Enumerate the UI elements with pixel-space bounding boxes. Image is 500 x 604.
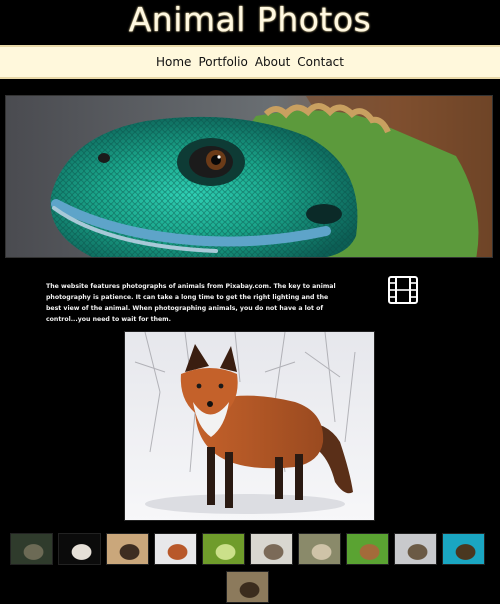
nav-home[interactable]: Home xyxy=(156,55,191,69)
thumb-hamster[interactable] xyxy=(298,533,341,565)
thumb-otter[interactable] xyxy=(226,571,269,603)
film-icon xyxy=(388,276,418,304)
nav-portfolio[interactable]: Portfolio xyxy=(198,55,247,69)
thumb-deer[interactable] xyxy=(10,533,53,565)
thumb-hedgehog[interactable] xyxy=(250,533,293,565)
thumb-ram[interactable] xyxy=(394,533,437,565)
hero-image xyxy=(5,95,493,258)
thumb-eagle[interactable] xyxy=(58,533,101,565)
thumb-chameleon[interactable] xyxy=(202,533,245,565)
nav-about[interactable]: About xyxy=(255,55,290,69)
thumb-turtle[interactable] xyxy=(442,533,485,565)
fox-image xyxy=(125,332,374,520)
thumb-fox[interactable] xyxy=(154,533,197,565)
thumb-bison[interactable] xyxy=(106,533,149,565)
feature-image xyxy=(124,331,375,521)
lizard-image xyxy=(6,96,492,257)
site-title: Animal Photos xyxy=(128,0,372,39)
thumb-squirrel[interactable] xyxy=(346,533,389,565)
intro-text: The website features photographs of anim… xyxy=(46,283,336,324)
nav-contact[interactable]: Contact xyxy=(297,55,344,69)
main-nav: Home Portfolio About Contact xyxy=(0,45,500,79)
